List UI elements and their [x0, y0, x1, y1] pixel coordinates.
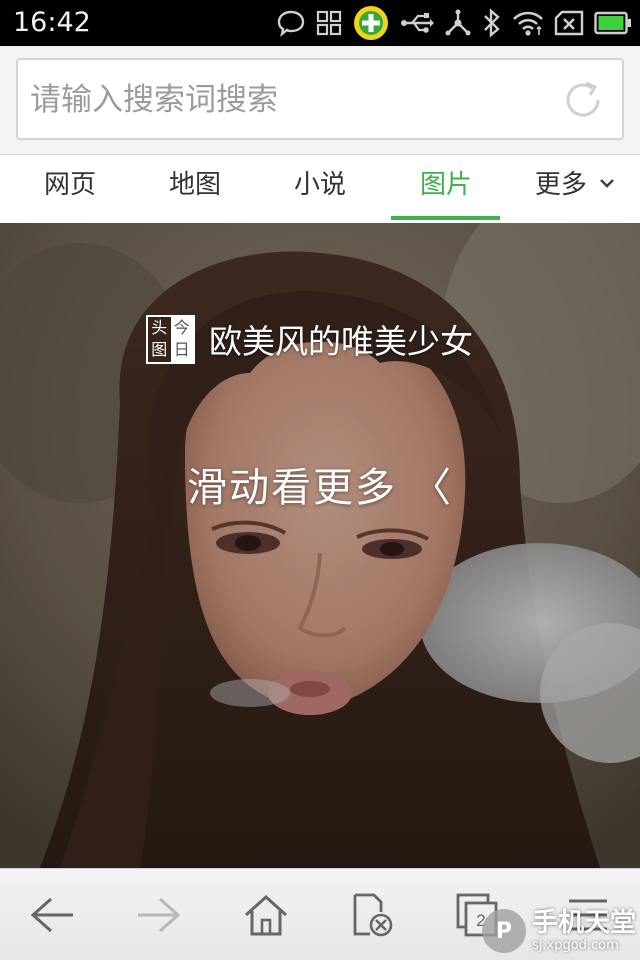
browser-screen: 16:42 请输入搜索词搜索 网页 地图 小说 图片 更多 头 今 图 日 欧美…	[0, 0, 640, 960]
tab-map[interactable]: 地图	[145, 155, 245, 223]
search-input[interactable]	[28, 60, 552, 140]
search-bar	[0, 46, 640, 155]
home-button[interactable]	[216, 869, 316, 960]
app-grid-icon	[316, 10, 342, 36]
close-page-button[interactable]	[322, 869, 422, 960]
swipe-hint-text: 滑动看更多	[187, 465, 397, 511]
tab-images[interactable]: 图片	[394, 155, 498, 223]
search-box[interactable]	[16, 58, 624, 140]
watermark-text: 手机天堂 sj.xpgod.com	[532, 910, 636, 952]
logo-char: 头	[151, 317, 168, 337]
battery-icon	[594, 11, 631, 35]
tab-label: 小说	[293, 170, 346, 200]
tab-webpage[interactable]: 网页	[20, 155, 120, 223]
bottom-toolbar: 2 P 手机天堂 sj.xpgod.com	[0, 868, 640, 960]
active-tab-indicator	[391, 216, 500, 220]
image-title: 欧美风的唯美少女	[209, 322, 473, 361]
status-time: 16:42	[13, 7, 91, 38]
tab-novel[interactable]: 小说	[270, 155, 370, 223]
security-app-icon	[354, 6, 388, 40]
chat-bubble-icon	[277, 10, 305, 37]
logo-char: 日	[170, 339, 193, 362]
tab-label: 网页	[43, 170, 96, 200]
home-icon	[244, 894, 288, 936]
tab-label: 图片	[419, 170, 472, 200]
wifi-icon	[513, 11, 543, 36]
toutiao-logo: 头 今 图 日	[146, 314, 195, 364]
featured-image-card[interactable]: 头 今 图 日 欧美风的唯美少女 滑动看更多〈	[0, 223, 640, 868]
back-icon	[30, 897, 73, 933]
logo-char: 图	[151, 340, 168, 359]
close-page-icon	[353, 893, 393, 937]
refresh-icon[interactable]	[562, 79, 604, 121]
forward-icon	[138, 897, 181, 933]
bluetooth-icon	[484, 8, 500, 38]
usb-tether-icon	[445, 9, 471, 36]
watermark-logo: P	[481, 909, 526, 953]
swipe-hint: 滑动看更多〈	[0, 455, 640, 513]
tab-more[interactable]: 更多	[520, 155, 630, 223]
image-source-row: 头 今 图 日 欧美风的唯美少女	[146, 313, 473, 365]
watermark-url: sj.xpgod.com	[531, 938, 619, 953]
tab-label: 更多	[534, 170, 587, 200]
forward-button[interactable]	[108, 869, 208, 960]
site-watermark: P 手机天堂 sj.xpgod.com	[481, 909, 636, 953]
usb-icon	[401, 13, 434, 33]
no-sim-icon	[554, 10, 584, 36]
status-icons	[276, 5, 632, 41]
back-button[interactable]	[3, 869, 103, 960]
chevron-left-icon: 〈	[411, 465, 453, 511]
status-bar: 16:42	[0, 0, 640, 46]
search-category-tabs: 网页 地图 小说 图片 更多	[0, 155, 640, 223]
logo-char: 今	[170, 316, 193, 339]
watermark-name: 手机天堂	[531, 908, 636, 938]
chevron-down-icon	[600, 178, 615, 188]
tab-label: 地图	[168, 170, 221, 200]
